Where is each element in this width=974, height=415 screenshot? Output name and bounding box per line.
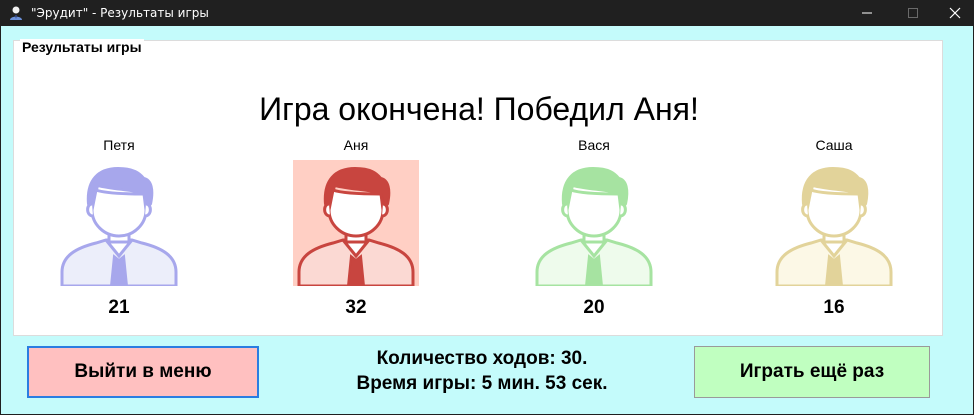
avatar	[293, 160, 419, 286]
moves-count: Количество ходов: 30.	[376, 348, 588, 369]
minimize-button[interactable]	[844, 0, 890, 26]
player-name: Вася	[578, 137, 610, 153]
game-over-headline: Игра окончена! Победил Аня!	[259, 91, 699, 127]
player-name: Аня	[343, 137, 369, 153]
maximize-icon	[908, 8, 918, 18]
player-score: 16	[823, 297, 845, 318]
player-name: Саша	[815, 137, 853, 153]
window-body: Результаты игры Игра окончена! Победил А…	[1, 26, 973, 414]
groupbox-legend: Результаты игры	[20, 39, 144, 55]
close-icon	[949, 7, 961, 19]
user-avatar-icon	[535, 166, 653, 286]
player-score: 20	[583, 297, 605, 318]
play-again-button[interactable]: Играть ещё раз	[694, 346, 930, 398]
results-groupbox: Результаты игры Игра окончена! Победил А…	[13, 39, 943, 336]
game-time: Время игры: 5 мин. 53 сек.	[356, 373, 608, 394]
player-score: 32	[345, 297, 367, 318]
player-score: 21	[108, 297, 130, 318]
window-title: "Эрудит" - Результаты игры	[31, 6, 209, 20]
avatar	[531, 160, 657, 286]
avatar	[56, 160, 182, 286]
user-avatar-icon	[60, 166, 178, 286]
exit-to-menu-button[interactable]: Выйти в меню	[27, 346, 259, 398]
title-bar[interactable]: "Эрудит" - Результаты игры	[0, 0, 974, 26]
close-button[interactable]	[936, 0, 974, 26]
user-icon	[10, 6, 22, 20]
player-name: Петя	[103, 137, 135, 153]
user-avatar-icon	[297, 166, 415, 286]
minimize-icon	[862, 12, 872, 14]
user-avatar-icon	[775, 166, 893, 286]
game-stats: Количество ходов: 30. Время игры: 5 мин.…	[301, 346, 663, 396]
maximize-button[interactable]	[890, 0, 936, 26]
avatar	[771, 160, 897, 286]
